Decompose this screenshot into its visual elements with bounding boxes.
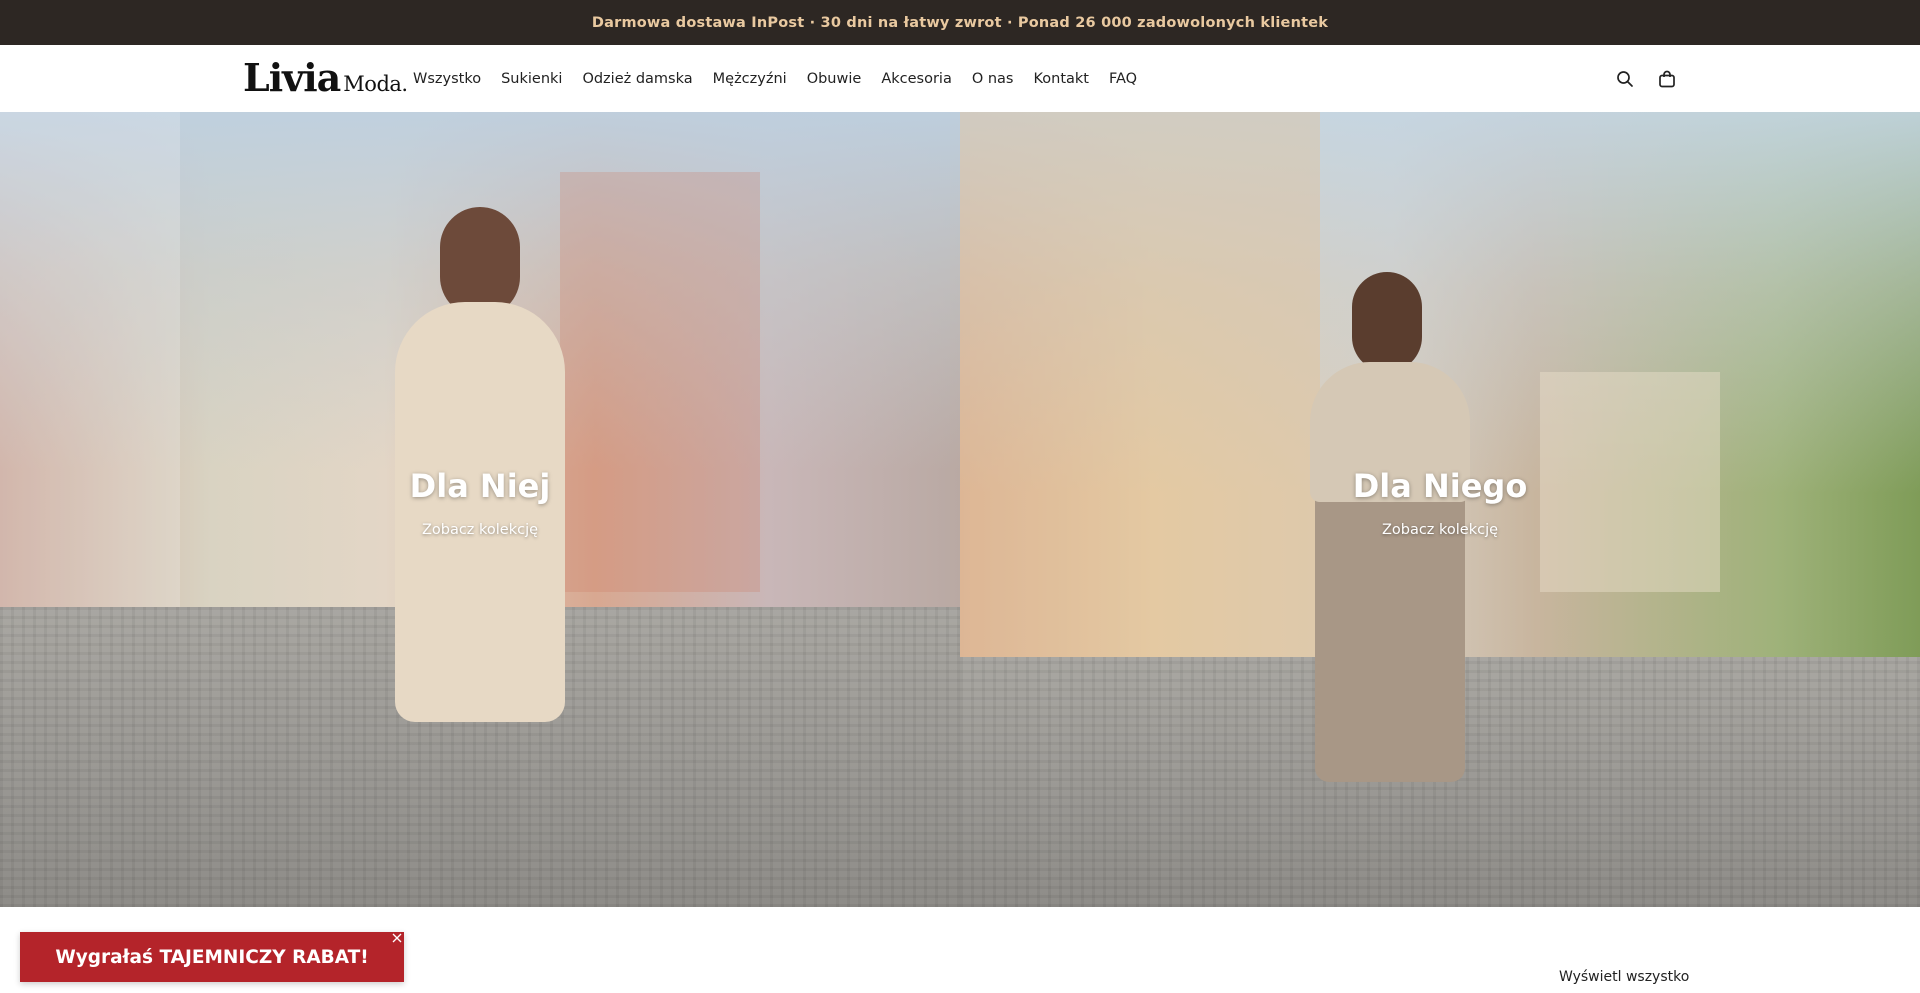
hero-panel-men[interactable]: Dla Niego Zobacz kolekcję	[960, 112, 1920, 907]
hero-panel-women[interactable]: Dla Niej Zobacz kolekcję	[0, 112, 960, 907]
logo[interactable]: Livia Moda.	[243, 55, 408, 103]
building-facade	[960, 112, 1320, 672]
main-nav: Wszystko Sukienki Odzież damska Mężczyźn…	[413, 45, 1157, 112]
promo-label: Wygrałaś TAJEMNICZY RABAT!	[55, 946, 369, 968]
site-header: Livia Moda. Wszystko Sukienki Odzież dam…	[0, 45, 1920, 113]
hero-text-women: Dla Niej Zobacz kolekcję	[0, 467, 960, 539]
nav-item-odziez-damska[interactable]: Odzież damska	[582, 71, 692, 87]
nav-item-wszystko[interactable]: Wszystko	[413, 71, 481, 87]
nav-item-akcesoria[interactable]: Akcesoria	[881, 71, 952, 87]
hero-text-men: Dla Niego Zobacz kolekcję	[960, 467, 1920, 539]
shopping-bag-icon[interactable]	[1657, 69, 1677, 89]
model-woman-head	[440, 207, 520, 317]
hero-link-men[interactable]: Zobacz kolekcję	[1382, 522, 1498, 538]
nav-item-faq[interactable]: FAQ	[1109, 71, 1137, 87]
hero-link-women[interactable]: Zobacz kolekcję	[422, 522, 538, 538]
promo-discount-button[interactable]: Wygrałaś TAJEMNICZY RABAT!	[20, 932, 404, 982]
model-man-head	[1352, 272, 1422, 372]
view-all-link[interactable]: Wyświetl wszystko	[1559, 969, 1689, 985]
announcement-bar: Darmowa dostawa InPost · 30 dni na łatwy…	[0, 0, 1920, 45]
header-icons	[1615, 45, 1677, 112]
nav-item-sukienki[interactable]: Sukienki	[501, 71, 562, 87]
hero-title-women: Dla Niej	[409, 467, 551, 505]
announcement-text: Darmowa dostawa InPost · 30 dni na łatwy…	[591, 14, 1329, 31]
logo-main: Livia	[243, 55, 341, 100]
hero-title-men: Dla Niego	[1352, 467, 1528, 505]
close-icon[interactable]	[390, 929, 404, 943]
nav-item-mezczyzni[interactable]: Mężczyźni	[713, 71, 787, 87]
search-icon[interactable]	[1615, 69, 1635, 89]
nav-item-kontakt[interactable]: Kontakt	[1033, 71, 1089, 87]
nav-item-obuwie[interactable]: Obuwie	[807, 71, 862, 87]
nav-item-o-nas[interactable]: O nas	[972, 71, 1014, 87]
logo-sub: Moda.	[343, 72, 408, 96]
